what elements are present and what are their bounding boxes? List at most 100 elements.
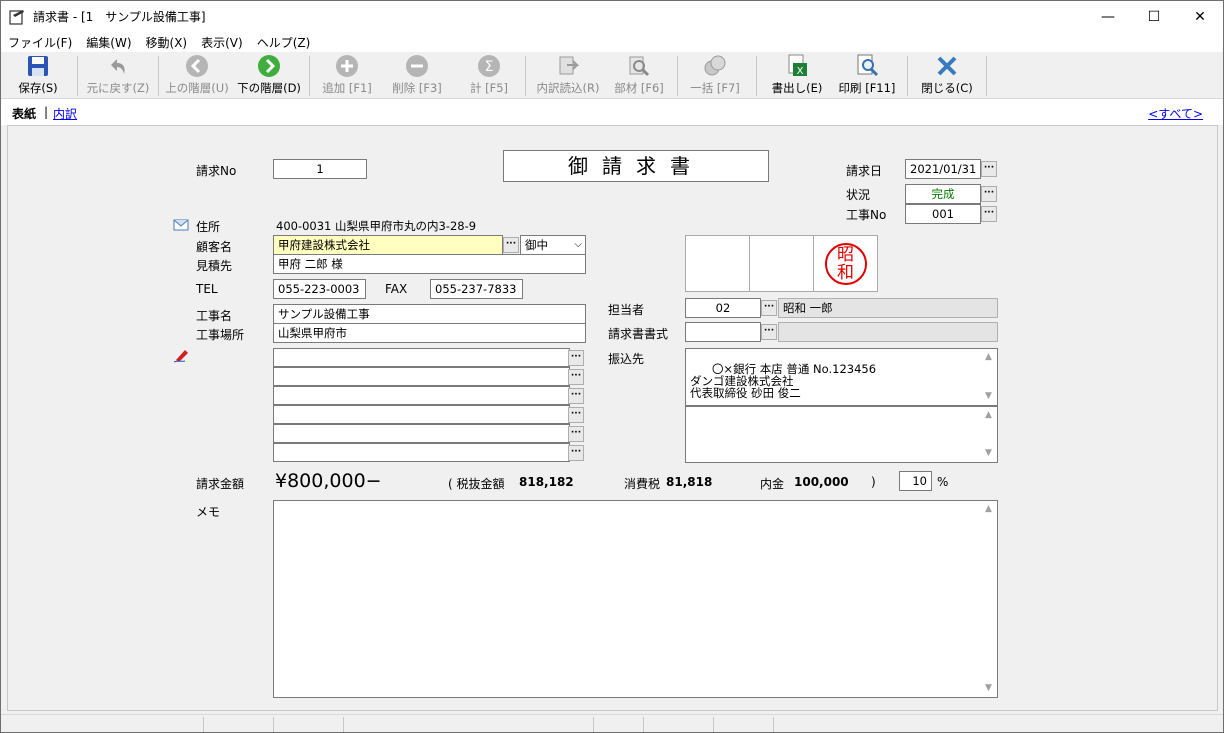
menu-view[interactable]: 表示(V) (194, 34, 250, 51)
down-level-button[interactable]: 下の階層(D) (234, 54, 304, 98)
minus-circle-icon (405, 54, 429, 78)
minimize-button[interactable]: — (1085, 1, 1131, 32)
status-picker-button[interactable]: ··· (981, 186, 997, 202)
tab-separator: | (44, 105, 49, 119)
excl-tax-label: ( 税抜金額 (448, 477, 505, 491)
magnifier-document-icon (627, 54, 651, 78)
save-button[interactable]: 保存(S) (11, 54, 65, 98)
menu-move[interactable]: 移動(X) (139, 34, 195, 51)
up-level-button[interactable]: 上の階層(U) (161, 54, 233, 98)
address-value: 400-0031 山梨県甲府市丸の内3-28-9 (276, 219, 477, 233)
svg-text:X: X (797, 66, 804, 77)
scroll-up-icon[interactable]: ▲ (980, 407, 997, 424)
import-detail-button[interactable]: 内訳読込(R) (531, 54, 605, 98)
title-bar: 請求書 - [1 サンプル設備工事] — ☐ ✕ (1, 1, 1223, 32)
memo-scrollbar[interactable]: ▲ ▼ (980, 501, 997, 697)
envelope-icon[interactable] (173, 217, 189, 234)
app-icon (9, 9, 24, 25)
parts-button[interactable]: 部材 [F6] (607, 54, 671, 98)
print-button[interactable]: 印刷 [F11] (833, 54, 901, 98)
format-code-field[interactable] (685, 322, 761, 342)
undo-button[interactable]: 元に戻す(Z) (83, 54, 153, 98)
work-no-field[interactable]: 001 (905, 204, 981, 224)
export-button[interactable]: X 書出し(E) (765, 54, 829, 98)
remark-picker-button-6[interactable]: ··· (568, 445, 584, 461)
scroll-up-icon[interactable]: ▲ (980, 501, 997, 518)
stamp-cell-empty-1[interactable] (686, 236, 750, 291)
remark-picker-button-5[interactable]: ··· (568, 426, 584, 442)
tax-rate-field[interactable]: 10 (899, 471, 932, 491)
document-title: 御請求書 (503, 150, 769, 182)
menu-edit[interactable]: 編集(W) (79, 34, 138, 51)
invoice-no-field[interactable]: 1 (273, 159, 367, 179)
remark-picker-button-3[interactable]: ··· (568, 388, 584, 404)
percent-sign: % (937, 475, 949, 489)
excl-tax-value: 818,182 (519, 475, 574, 489)
format-picker-button[interactable]: ··· (761, 324, 777, 340)
remark-row-1[interactable] (273, 348, 570, 367)
customer-field[interactable]: 甲府建設株式会社 (273, 235, 503, 255)
tax-value: 81,818 (666, 475, 713, 489)
tel-field[interactable]: 055-223-0003 (273, 279, 366, 299)
bank-textarea[interactable]: 〇×銀行 本店 普通 No.123456 ダンゴ建設株式会社 代表取締役 砂田 … (685, 348, 998, 406)
format-label: 請求書書式 (608, 327, 669, 341)
status-field[interactable]: 完成 (905, 184, 981, 204)
scroll-up-icon[interactable]: ▲ (980, 349, 997, 366)
fax-label: FAX (385, 282, 408, 296)
window-title: 請求書 - [1 サンプル設備工事] (33, 10, 206, 24)
show-all-link[interactable]: <すべて> (1148, 105, 1203, 122)
add-button[interactable]: 追加 [F1] (315, 54, 379, 98)
menu-help[interactable]: ヘルプ(Z) (250, 34, 318, 51)
tab-cover[interactable]: 表紙 (12, 105, 36, 122)
invoice-date-field[interactable]: 2021/01/31 (905, 159, 981, 179)
estimate-to-field[interactable]: 甲府 二郎 様 (273, 254, 586, 274)
work-place-field[interactable]: 山梨県甲府市 (273, 323, 586, 343)
remark-row-2[interactable] (273, 367, 570, 386)
undo-arrow-icon (106, 54, 130, 78)
invoice-date-label: 請求日 (846, 164, 883, 178)
date-picker-button[interactable]: ··· (981, 161, 997, 177)
stamp-cell-seal[interactable]: 昭 和 (814, 236, 877, 291)
work-place-label: 工事場所 (196, 328, 245, 342)
scroll-down-icon[interactable]: ▼ (980, 388, 997, 405)
bank2-scrollbar[interactable]: ▲ ▼ (980, 407, 997, 462)
app-window: 請求書 - [1 サンプル設備工事] — ☐ ✕ ファイル(F) 編集(W) 移… (0, 0, 1224, 733)
remark-row-4[interactable] (273, 405, 570, 424)
memo-textarea[interactable]: ▲ ▼ (273, 500, 998, 698)
sigma-circle-icon: Σ (477, 54, 501, 78)
remark-picker-button-4[interactable]: ··· (568, 407, 584, 423)
staff-label: 担当者 (608, 303, 645, 317)
scroll-down-icon[interactable]: ▼ (980, 445, 997, 462)
tab-detail[interactable]: 内訳 (53, 105, 77, 122)
staff-picker-button[interactable]: ··· (761, 300, 777, 316)
svg-text:Σ: Σ (485, 59, 494, 75)
bank-textarea-2[interactable]: ▲ ▼ (685, 406, 998, 463)
scroll-down-icon[interactable]: ▼ (980, 680, 997, 697)
remark-picker-button-2[interactable]: ··· (568, 369, 584, 385)
staff-code-field[interactable]: 02 (685, 298, 761, 318)
work-no-picker-button[interactable]: ··· (981, 206, 997, 222)
pen-icon[interactable] (173, 347, 191, 366)
remark-row-6[interactable] (273, 443, 570, 462)
sum-button[interactable]: Σ 計 [F5] (459, 54, 519, 98)
remark-picker-button-1[interactable]: ··· (568, 350, 584, 366)
close-button[interactable]: 閉じる(C) (915, 54, 979, 98)
status-bar (1, 714, 1223, 732)
work-no-label: 工事No (846, 208, 887, 222)
remark-row-3[interactable] (273, 386, 570, 405)
tel-label: TEL (196, 282, 218, 296)
delete-button[interactable]: 削除 [F3] (385, 54, 449, 98)
print-preview-icon (855, 54, 879, 78)
stamp-cell-empty-2[interactable] (750, 236, 814, 291)
fax-field[interactable]: 055-237-7833 (430, 279, 523, 299)
menu-file[interactable]: ファイル(F) (1, 34, 79, 51)
honorific-select[interactable]: 御中 ⌵ (520, 235, 586, 255)
bulk-button[interactable]: 一括 [F7] (683, 54, 747, 98)
remark-row-5[interactable] (273, 424, 570, 443)
bank-label: 振込先 (608, 352, 645, 366)
customer-picker-button[interactable]: ··· (503, 237, 519, 253)
bank-scrollbar[interactable]: ▲ ▼ (980, 349, 997, 405)
maximize-button[interactable]: ☐ (1131, 1, 1177, 32)
work-name-field[interactable]: サンプル設備工事 (273, 304, 586, 324)
close-window-button[interactable]: ✕ (1177, 1, 1223, 32)
